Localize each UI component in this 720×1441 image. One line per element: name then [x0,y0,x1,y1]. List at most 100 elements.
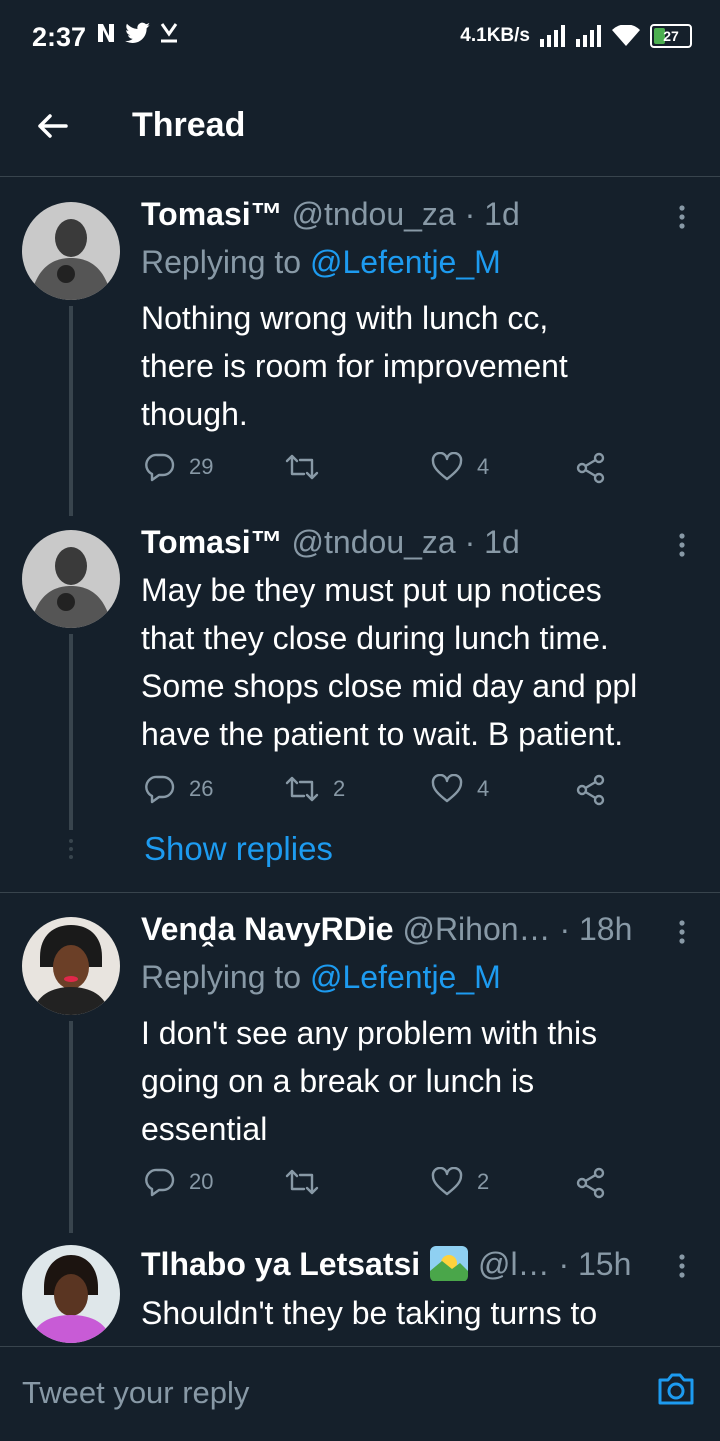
user-handle: @tndou_za [291,524,456,560]
tweet-time: · 18h [559,911,633,947]
reply-composer[interactable]: Tweet your reply [0,1346,720,1441]
more-vertical-icon[interactable] [672,919,692,945]
reply-icon [145,453,175,482]
wifi-icon [612,25,640,46]
tweet-header: Tomasi™ @tndou_za · 1d [141,196,520,233]
share-button[interactable] [575,774,607,806]
avatar[interactable] [22,530,120,628]
retweet-icon [285,1169,319,1195]
user-name[interactable]: Tomasi™ [141,196,283,232]
reply-count: 29 [189,454,214,479]
top-app-bar: Thread [0,76,720,177]
user-handle: @l… [477,1246,550,1282]
retweet-button[interactable] [285,452,333,482]
tweet-line: May be they must put up notices [141,572,602,608]
avatar[interactable] [22,1245,120,1343]
like-count: 2 [477,1169,490,1194]
like-button[interactable]: 4 [431,452,489,482]
more-vertical-icon[interactable] [672,204,692,230]
retweet-button[interactable]: 2 [285,774,345,804]
like-button[interactable]: 4 [431,774,489,804]
tweet[interactable]: Tomasi™ @tndou_za · 1d May be they must … [0,516,720,892]
netflix-n-icon [98,24,114,42]
retweet-count: 2 [333,776,346,801]
tweet-line: I don't see any problem with this [141,1015,598,1051]
show-replies-link[interactable]: Show replies [144,830,333,868]
tweet-line: that they close during lunch time. [141,620,609,656]
share-button[interactable] [575,452,607,484]
replying-to-link[interactable]: @Lefentje_M [310,244,501,280]
tweet[interactable]: Venḓa NavyRDie @Rihon… · 18h Replying to… [0,893,720,1233]
battery-level: 27 [663,28,679,44]
signal-bars-icon [576,25,601,47]
replying-label: Replying to [141,244,310,280]
reply-input[interactable]: Tweet your reply [22,1375,249,1411]
tweet-text: Nothing wrong with lunch cc, there is ro… [141,294,711,438]
retweet-button[interactable] [285,1167,333,1197]
status-time: 2:37 [32,22,87,52]
user-name[interactable]: Tlhabo ya Letsatsi [141,1246,420,1282]
tweet-header: Tomasi™ @tndou_za · 1d [141,524,520,561]
sunrise-emoji-icon [430,1246,469,1282]
twitter-bird-icon [125,22,150,44]
page-title: Thread [132,106,246,144]
like-icon [431,1167,463,1196]
reply-button[interactable]: 29 [145,452,213,482]
tweet-line: though. [141,396,248,432]
tweet-time: · 1d [464,196,520,232]
share-icon [576,774,605,806]
share-icon [576,452,605,484]
tweet-time: · 1d [464,524,520,560]
status-right: 4.1KB/s 27 [460,24,692,48]
tweet-actions: 20 2 [141,1167,621,1203]
tweet-time: · 15h [558,1246,632,1282]
tweet-text: May be they must put up notices that the… [141,566,711,758]
back-arrow-icon[interactable] [34,108,70,144]
user-handle: @tndou_za [291,196,456,232]
tweet-line: Nothing wrong with lunch cc, [141,300,549,336]
avatar[interactable] [22,917,120,1015]
user-name[interactable]: Venḓa NavyRDie [141,911,394,947]
tweet-text: I don't see any problem with this going … [141,1009,711,1153]
tweet-header: Tlhabo ya Letsatsi @l… · 15h [141,1245,631,1283]
user-name[interactable]: Tomasi™ [141,524,283,560]
thread-continuation-dots [69,839,73,859]
tweet[interactable]: Tlhabo ya Letsatsi @l… · 15h Shouldn't t… [0,1233,720,1346]
replying-to-link[interactable]: @Lefentje_M [310,959,501,995]
reply-button[interactable]: 26 [145,774,213,804]
like-count: 4 [477,776,490,801]
more-vertical-icon[interactable] [672,532,692,558]
retweet-icon [285,776,319,802]
tweet-line: Some shops close mid day and ppl [141,668,638,704]
tweet-line: essential [141,1111,268,1147]
download-icon [160,23,178,43]
tweet-line: have the patient to wait. B patient. [141,716,624,752]
camera-icon[interactable] [656,1371,696,1407]
like-button[interactable]: 2 [431,1167,489,1197]
reply-icon [145,775,175,804]
reply-button[interactable]: 20 [145,1167,213,1197]
reply-count: 20 [189,1169,214,1194]
replying-to: Replying to @Lefentje_M [141,959,501,996]
tweet-line: going on a break or lunch is [141,1063,535,1099]
share-icon [576,1167,605,1199]
retweet-icon [285,454,319,480]
tweet-header: Venḓa NavyRDie @Rihon… · 18h [141,911,632,948]
signal-bars-icon [540,25,565,47]
more-vertical-icon[interactable] [672,1253,692,1279]
network-speed: 4.1KB/s [460,25,530,46]
like-count: 4 [477,454,490,479]
like-icon [431,452,463,481]
reply-icon [145,1168,175,1197]
avatar[interactable] [22,202,120,300]
tweet-actions: 29 4 [141,452,621,488]
status-bar: 2:37 4.1KB/s 27 [0,0,720,76]
tweet-line: Shouldn't they be taking turns to [141,1295,598,1331]
like-icon [431,774,463,803]
status-notification-icons [95,22,179,44]
tweet-actions: 26 2 4 [141,774,621,810]
replying-label: Replying to [141,959,310,995]
tweet-line: there is room for improvement [141,348,568,384]
share-button[interactable] [575,1167,607,1199]
tweet[interactable]: Tomasi™ @tndou_za · 1d Replying to @Lefe… [0,176,720,516]
